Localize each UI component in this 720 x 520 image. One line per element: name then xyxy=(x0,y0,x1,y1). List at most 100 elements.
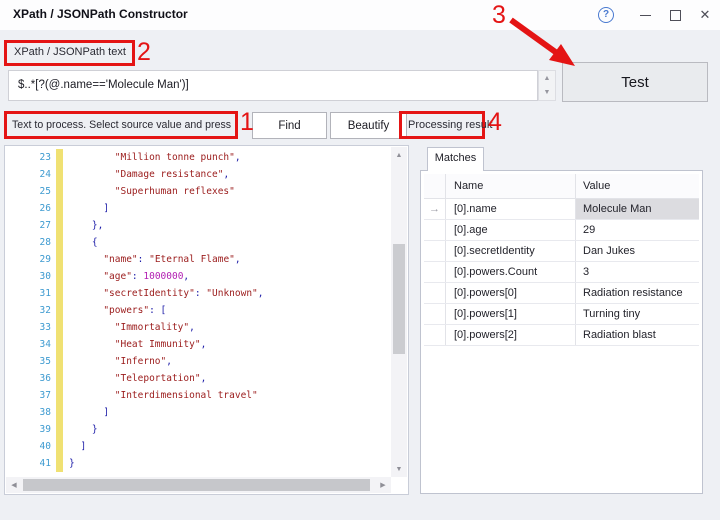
code-line: 23 "Million tonne punch", xyxy=(5,149,391,166)
match-name-cell[interactable]: [0].powers[0] xyxy=(446,283,576,303)
spinner-down-icon[interactable]: ▼ xyxy=(544,89,551,96)
code-lines[interactable]: 23 "Million tonne punch",24 "Damage resi… xyxy=(5,149,391,476)
line-number: 40 xyxy=(5,438,51,455)
maximize-button[interactable] xyxy=(660,0,690,30)
match-value-cell[interactable]: Radiation blast xyxy=(576,325,699,345)
horizontal-scrollbar-thumb[interactable] xyxy=(23,479,370,491)
match-name-cell[interactable]: [0].name xyxy=(446,199,576,219)
row-indicator-cell xyxy=(424,325,446,345)
horizontal-scrollbar[interactable]: ◀ ▶ xyxy=(6,477,391,493)
annotation-number-3: 3 xyxy=(492,1,506,30)
match-value-cell[interactable]: 29 xyxy=(576,220,699,240)
close-button[interactable]: ✕ xyxy=(690,0,720,30)
title-bar: XPath / JSONPath Constructor ? ✕ xyxy=(0,0,720,30)
row-indicator-cell xyxy=(424,283,446,303)
match-value-cell[interactable]: 3 xyxy=(576,262,699,282)
match-value-cell[interactable]: Dan Jukes xyxy=(576,241,699,261)
line-number: 38 xyxy=(5,404,51,421)
spinner-up-icon[interactable]: ▲ xyxy=(544,75,551,82)
row-indicator-cell xyxy=(424,241,446,261)
match-value-cell[interactable]: Turning tiny xyxy=(576,304,699,324)
code-line: 38 ] xyxy=(5,404,391,421)
row-indicator-cell xyxy=(424,304,446,324)
code-text: "Million tonne punch", xyxy=(69,152,241,163)
code-line: 29 "name": "Eternal Flame", xyxy=(5,251,391,268)
scroll-right-icon[interactable]: ▶ xyxy=(375,477,391,493)
code-line: 34 "Heat Immunity", xyxy=(5,336,391,353)
table-row[interactable]: [0].age29 xyxy=(424,220,699,241)
line-number: 23 xyxy=(5,149,51,166)
match-name-cell[interactable]: [0].powers[1] xyxy=(446,304,576,324)
help-icon[interactable]: ? xyxy=(598,7,614,23)
header-indicator-cell xyxy=(424,174,446,198)
line-number: 26 xyxy=(5,200,51,217)
scroll-left-icon[interactable]: ◀ xyxy=(6,477,22,493)
table-row[interactable]: [0].secretIdentityDan Jukes xyxy=(424,241,699,262)
match-name-cell[interactable]: [0].powers.Count xyxy=(446,262,576,282)
code-line: 33 "Immortality", xyxy=(5,319,391,336)
code-text: "secretIdentity": "Unknown", xyxy=(69,288,264,299)
annotation-number-4: 4 xyxy=(488,108,502,137)
find-button[interactable]: Find xyxy=(252,112,327,139)
window-title: XPath / JSONPath Constructor xyxy=(13,7,188,21)
match-name-cell[interactable]: [0].age xyxy=(446,220,576,240)
code-text: "Superhuman reflexes" xyxy=(69,186,235,197)
scroll-up-icon[interactable]: ▲ xyxy=(391,147,407,163)
scroll-down-icon[interactable]: ▼ xyxy=(391,461,407,477)
line-number: 34 xyxy=(5,336,51,353)
code-line: 31 "secretIdentity": "Unknown", xyxy=(5,285,391,302)
minimize-button[interactable] xyxy=(630,0,660,30)
vertical-scrollbar-thumb[interactable] xyxy=(393,244,405,354)
match-name-cell[interactable]: [0].secretIdentity xyxy=(446,241,576,261)
match-value-cell[interactable]: Molecule Man xyxy=(576,199,699,219)
xpath-input[interactable]: $..*[?(@.name=='Molecule Man')] xyxy=(8,70,538,101)
line-number: 25 xyxy=(5,183,51,200)
table-row[interactable]: →[0].nameMolecule Man xyxy=(424,199,699,220)
table-row[interactable]: [0].powers[2]Radiation blast xyxy=(424,325,699,346)
code-line: 27 }, xyxy=(5,217,391,234)
tab-matches[interactable]: Matches xyxy=(427,147,484,171)
maximize-icon xyxy=(670,10,681,21)
header-value[interactable]: Value xyxy=(576,174,699,198)
code-text: "Damage resistance", xyxy=(69,169,229,180)
table-row[interactable]: [0].powers[1]Turning tiny xyxy=(424,304,699,325)
code-text: ] xyxy=(69,203,109,214)
line-number: 24 xyxy=(5,166,51,183)
line-number: 31 xyxy=(5,285,51,302)
code-line: 37 "Interdimensional travel" xyxy=(5,387,391,404)
line-number: 39 xyxy=(5,421,51,438)
match-name-cell[interactable]: [0].powers[2] xyxy=(446,325,576,345)
code-editor[interactable]: 23 "Million tonne punch",24 "Damage resi… xyxy=(4,145,409,495)
matches-table: Name Value →[0].nameMolecule Man[0].age2… xyxy=(424,174,699,346)
window-controls: ? ✕ xyxy=(598,0,720,30)
minimize-icon xyxy=(640,15,651,16)
result-label-annotation-box: Processing result xyxy=(399,111,485,139)
table-row[interactable]: [0].powers.Count3 xyxy=(424,262,699,283)
matches-panel: Name Value →[0].nameMolecule Man[0].age2… xyxy=(420,170,703,494)
code-text: "Teleportation", xyxy=(69,373,206,384)
code-line: 30 "age": 1000000, xyxy=(5,268,391,285)
beautify-button[interactable]: Beautify xyxy=(330,112,407,139)
line-number: 33 xyxy=(5,319,51,336)
code-text: "Heat Immunity", xyxy=(69,339,206,350)
table-header: Name Value xyxy=(424,174,699,199)
xpath-input-spinner[interactable]: ▲ ▼ xyxy=(538,70,556,101)
header-name[interactable]: Name xyxy=(446,174,576,198)
code-line: 35 "Inferno", xyxy=(5,353,391,370)
code-line: 40 ] xyxy=(5,438,391,455)
match-value-cell[interactable]: Radiation resistance xyxy=(576,283,699,303)
code-line: 41} xyxy=(5,455,391,472)
code-text: } xyxy=(69,458,75,469)
code-text: "Interdimensional travel" xyxy=(69,390,258,401)
line-number: 30 xyxy=(5,268,51,285)
code-line: 24 "Damage resistance", xyxy=(5,166,391,183)
code-text: "age": 1000000, xyxy=(69,271,189,282)
code-text: { xyxy=(69,237,98,248)
table-row[interactable]: [0].powers[0]Radiation resistance xyxy=(424,283,699,304)
line-number: 35 xyxy=(5,353,51,370)
code-line: 28 { xyxy=(5,234,391,251)
vertical-scrollbar[interactable]: ▲ ▼ xyxy=(391,147,407,477)
line-number: 32 xyxy=(5,302,51,319)
line-number: 36 xyxy=(5,370,51,387)
row-indicator-cell xyxy=(424,220,446,240)
